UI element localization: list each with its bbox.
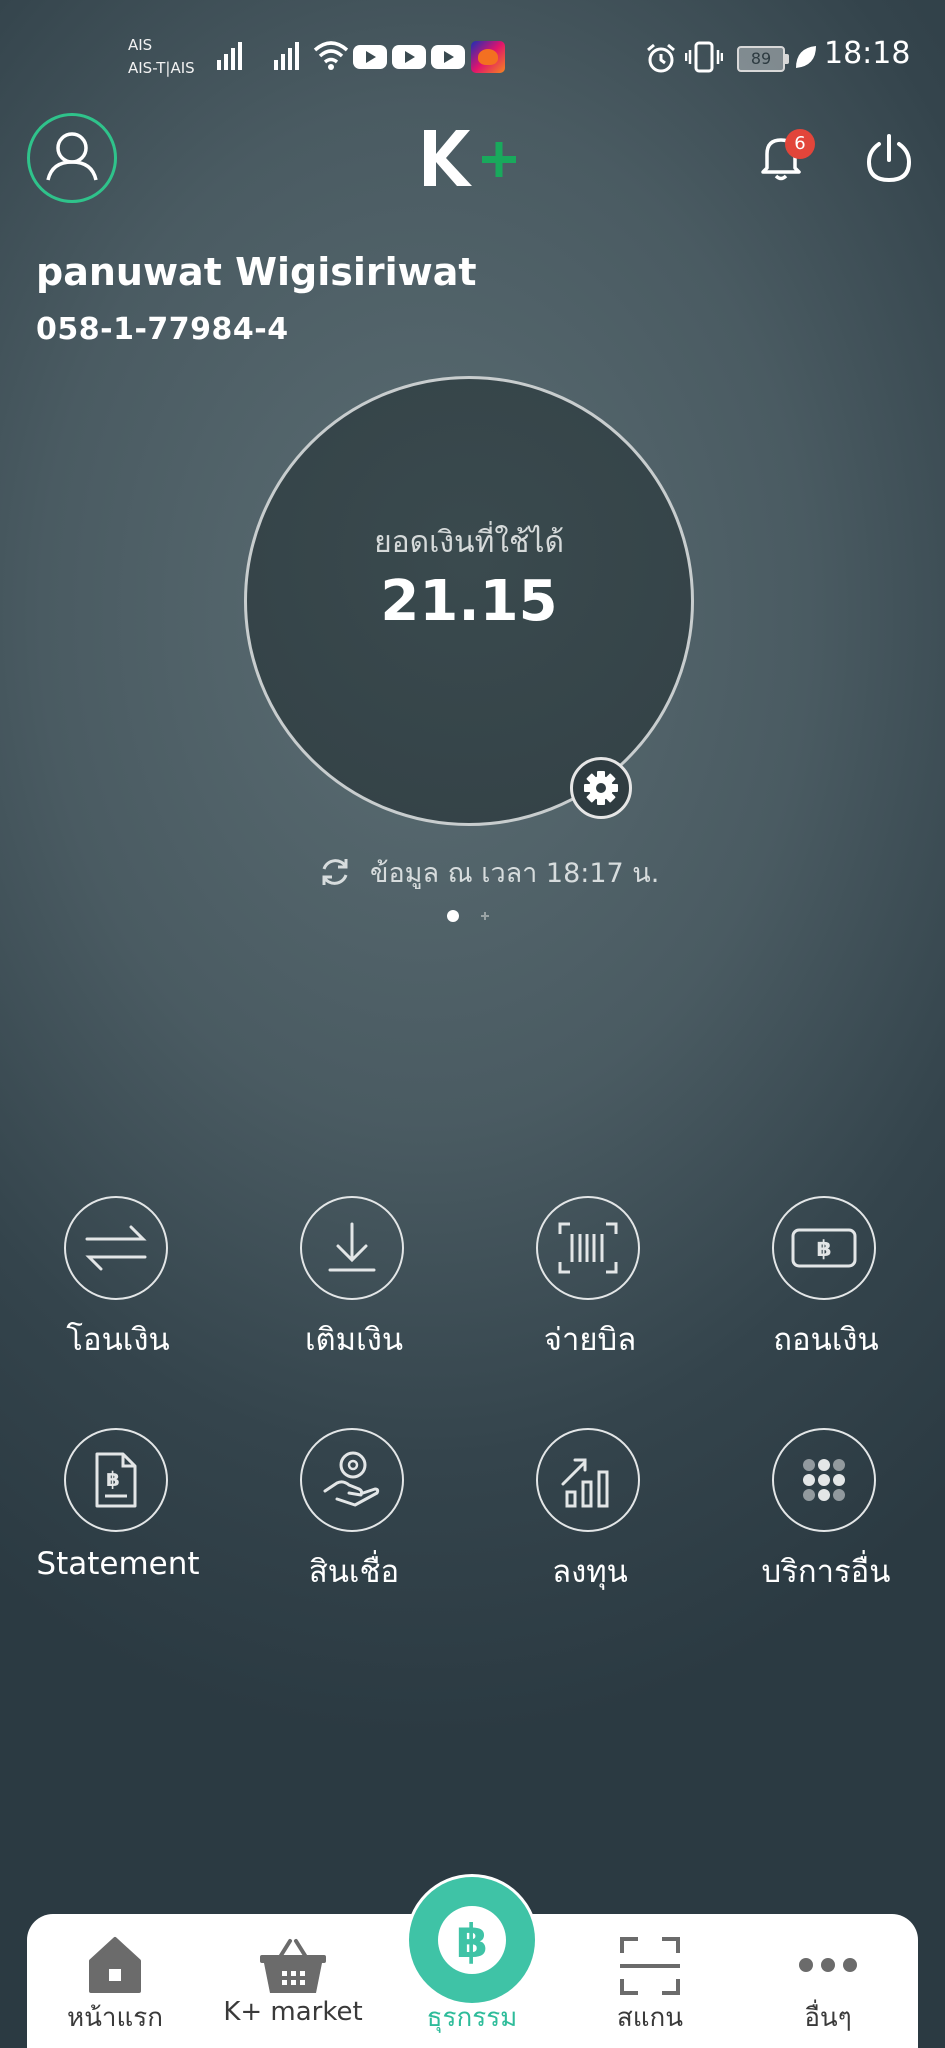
menu-statement[interactable]: ฿ Statement [0, 1428, 236, 1618]
scan-icon [620, 1937, 680, 1995]
menu-topup[interactable]: เติมเงิน [236, 1196, 472, 1386]
basket-icon [260, 1939, 326, 1993]
balance-updated-time: ข้อมูล ณ เวลา 18:17 น. [370, 857, 660, 889]
youtube-icon [353, 45, 387, 69]
clock: 18:18 [824, 36, 911, 71]
logout-power-icon[interactable] [865, 132, 913, 184]
nav-label: สแกน [616, 2003, 684, 2033]
page-dot-active [447, 910, 459, 922]
balance-card[interactable]: ยอดเงินที่ใช้ได้ 21.15 [244, 376, 694, 826]
menu-label: เติมเงิน [304, 1322, 404, 1358]
nav-label: อื่นๆ [804, 2003, 852, 2033]
menu-label: โอนเงิน [66, 1322, 170, 1358]
refresh-icon[interactable] [318, 855, 352, 889]
battery-indicator: 89 [737, 46, 789, 72]
nav-label: ธุรกรรม [426, 2003, 518, 2033]
notification-badge: 6 [785, 129, 815, 159]
youtube-icon [431, 45, 465, 69]
menu-withdraw[interactable]: ฿ ถอนเงิน [708, 1196, 944, 1386]
menu-label: สินเชื่อ [308, 1554, 400, 1590]
invest-chart-icon [536, 1428, 640, 1532]
carrier-line-2: AIS-T|AIS [128, 59, 195, 77]
status-bar: AIS AIS-T|AIS 89 18:18 [0, 0, 945, 115]
menu-invest[interactable]: ลงทุน [472, 1428, 708, 1618]
menu-label: Statement [36, 1546, 200, 1582]
menu-label: ลงทุน [552, 1554, 628, 1590]
youtube-icon [392, 45, 426, 69]
menu-other-services[interactable]: บริการอื่น [708, 1428, 944, 1618]
lazada-icon [471, 41, 505, 73]
balance-settings-button[interactable] [570, 757, 632, 819]
menu-pay-bill[interactable]: จ่ายบิล [472, 1196, 708, 1386]
signal-icon [274, 40, 299, 70]
page-dot-add [481, 912, 489, 920]
gear-icon [584, 771, 618, 805]
nav-more[interactable]: อื่นๆ [748, 1935, 908, 2048]
vibrate-icon [685, 41, 723, 73]
kplus-logo [424, 130, 516, 186]
topup-icon [300, 1196, 404, 1300]
nav-label: หน้าแรก [67, 2003, 163, 2033]
account-number: 058-1-77984-4 [36, 312, 289, 347]
carrier-label: AIS AIS-T|AIS [128, 34, 195, 80]
withdraw-icon: ฿ [772, 1196, 876, 1300]
grid-dots-icon [772, 1428, 876, 1532]
leaf-icon [796, 46, 816, 68]
statement-icon: ฿ [64, 1428, 168, 1532]
nav-label: K+ market [223, 1997, 363, 2027]
menu-loan[interactable]: สินเชื่อ [236, 1428, 472, 1618]
page-indicator [447, 910, 489, 922]
nav-kplus-market[interactable]: K+ market [213, 1935, 373, 2048]
more-icon [799, 1958, 857, 1972]
svg-text:฿: ฿ [816, 1237, 831, 1262]
account-holder-name: panuwat Wigisiriwat [36, 250, 477, 294]
transfer-icon [64, 1196, 168, 1300]
balance-label: ยอดเงินที่ใช้ได้ [374, 525, 564, 560]
home-icon [89, 1937, 141, 1993]
nav-scan[interactable]: สแกน [570, 1935, 730, 2048]
balance-update-row: ข้อมูล ณ เวลา 18:17 น. [318, 852, 659, 892]
menu-transfer[interactable]: โอนเงิน [0, 1196, 236, 1386]
menu-label: ถอนเงิน [773, 1322, 879, 1358]
menu-label: จ่ายบิล [543, 1322, 637, 1358]
profile-avatar-button[interactable] [27, 113, 117, 203]
carrier-line-1: AIS [128, 36, 153, 54]
signal-icon [217, 40, 242, 70]
balance-amount: 21.15 [380, 569, 558, 634]
menu-label: บริการอื่น [761, 1554, 891, 1590]
nav-transactions[interactable]: ธุรกรรม [392, 1935, 552, 2048]
loan-icon [300, 1428, 404, 1532]
nav-home[interactable]: หน้าแรก [35, 1935, 195, 2048]
barcode-icon [536, 1196, 640, 1300]
user-icon [46, 132, 98, 181]
svg-text:฿: ฿ [106, 1467, 120, 1491]
wifi-icon [313, 41, 349, 70]
alarm-icon [647, 43, 675, 73]
